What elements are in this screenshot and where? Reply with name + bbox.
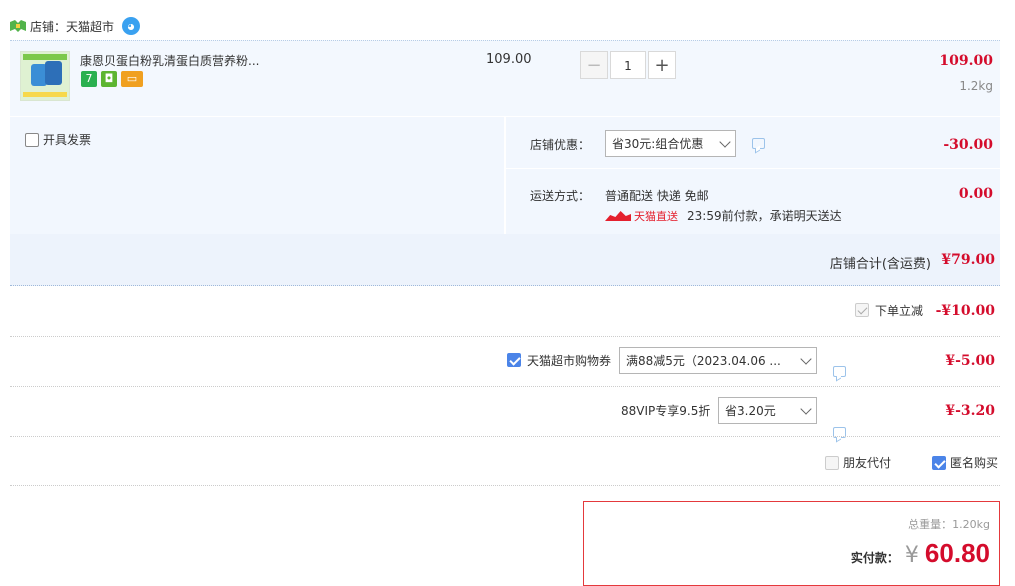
order-discount-amount: -¥10.00 xyxy=(935,303,995,319)
credit-card-icon: ▭ xyxy=(121,71,143,87)
product-thumbnail[interactable] xyxy=(20,51,70,101)
divider xyxy=(506,168,1000,169)
shop-discount-label: 店铺优惠： xyxy=(530,138,591,152)
order-discount-label: 下单立减 xyxy=(875,304,924,318)
genuine-guarantee-icon: ◘ xyxy=(101,71,117,87)
coupon-amount: ¥-5.00 xyxy=(945,353,995,369)
wangwang-chat-icon[interactable]: ◕ xyxy=(122,17,141,35)
anonymous-option[interactable]: 匿名购买 xyxy=(932,454,998,471)
shop-name[interactable]: 店铺：天猫超市 xyxy=(30,18,114,35)
vip-amount: ¥-3.20 xyxy=(945,403,995,419)
coupon-checkbox[interactable] xyxy=(507,353,521,367)
anonymous-checkbox[interactable] xyxy=(932,455,946,470)
quantity-input[interactable]: 1 xyxy=(610,51,646,79)
shipping-method: 普通配送 快递 免邮 xyxy=(605,189,709,203)
shop-discount-value: 省30元:组合优惠 xyxy=(612,137,704,151)
anonymous-label: 匿名购买 xyxy=(950,456,999,470)
quantity-stepper: − 1 + xyxy=(580,51,676,79)
friend-pay-option[interactable]: 朋友代付 xyxy=(825,454,891,471)
coupon-value: 满88减5元（2023.04.06 ... xyxy=(626,354,781,368)
divider xyxy=(10,336,1000,337)
message-icon[interactable] xyxy=(752,138,765,149)
message-icon[interactable] xyxy=(833,366,846,377)
item-total: 109.00 xyxy=(939,53,993,69)
increase-quantity-button[interactable]: + xyxy=(648,51,676,79)
shop-subtotal-label: 店铺合计(含运费) xyxy=(829,257,931,272)
chevron-down-icon xyxy=(719,135,731,148)
shop-discount-amount: -30.00 xyxy=(943,137,993,153)
chevron-down-icon xyxy=(800,352,812,365)
actual-payment-label: 实付款： xyxy=(850,551,899,565)
invoice-checkbox[interactable] xyxy=(25,132,39,147)
decrease-quantity-button[interactable]: − xyxy=(580,51,608,79)
divider xyxy=(10,436,1000,437)
shop-icon xyxy=(10,20,26,32)
seven-day-return-icon: 7 xyxy=(81,71,97,87)
shop-discount-select[interactable]: 省30元:组合优惠 xyxy=(605,130,736,157)
actual-payment: 实付款： ¥ 60.80 xyxy=(851,538,990,569)
divider xyxy=(10,485,1000,486)
order-discount-option xyxy=(855,303,869,320)
total-weight-label: 总重量： xyxy=(908,518,953,531)
friend-pay-label: 朋友代付 xyxy=(843,456,892,470)
vip-select[interactable]: 省3.20元 xyxy=(718,397,817,424)
shipping-amount: 0.00 xyxy=(958,186,993,202)
tmall-cat-icon xyxy=(605,211,631,221)
shipping-label: 运送方式： xyxy=(530,189,591,203)
tmall-direct-badge: 天猫直送 xyxy=(605,208,678,224)
order-discount-checkbox xyxy=(855,303,869,317)
coupon-select[interactable]: 满88减5元（2023.04.06 ... xyxy=(619,347,817,374)
tmall-direct-label: 天猫直送 xyxy=(634,210,678,223)
actual-payment-amount: 60.80 xyxy=(924,538,990,568)
total-weight: 总重量：1.20kg xyxy=(908,516,990,532)
total-weight-value: 1.20kg xyxy=(952,518,990,531)
chevron-down-icon xyxy=(800,402,812,415)
item-weight: 1.2kg xyxy=(959,79,993,93)
coupon-label: 天猫超市购物券 xyxy=(527,354,612,368)
currency-symbol: ¥ xyxy=(904,543,919,568)
delivery-promise: 23:59前付款，承诺明天送达 xyxy=(687,209,842,223)
unit-price: 109.00 xyxy=(486,52,532,67)
invoice-option[interactable]: 开具发票 xyxy=(25,131,91,148)
vip-label: 88VIP专享9.5折 xyxy=(621,404,711,418)
shop-header: 店铺：天猫超市 ◕ xyxy=(10,14,141,38)
invoice-label: 开具发票 xyxy=(43,133,92,147)
friend-pay-checkbox[interactable] xyxy=(825,455,839,470)
vip-value: 省3.20元 xyxy=(725,404,776,418)
coupon-option[interactable] xyxy=(507,353,521,370)
divider xyxy=(10,386,1000,387)
product-name[interactable]: 康恩贝蛋白粉乳清蛋白质营养粉... xyxy=(80,52,259,69)
shop-subtotal-amount: ¥79.00 xyxy=(941,252,995,268)
